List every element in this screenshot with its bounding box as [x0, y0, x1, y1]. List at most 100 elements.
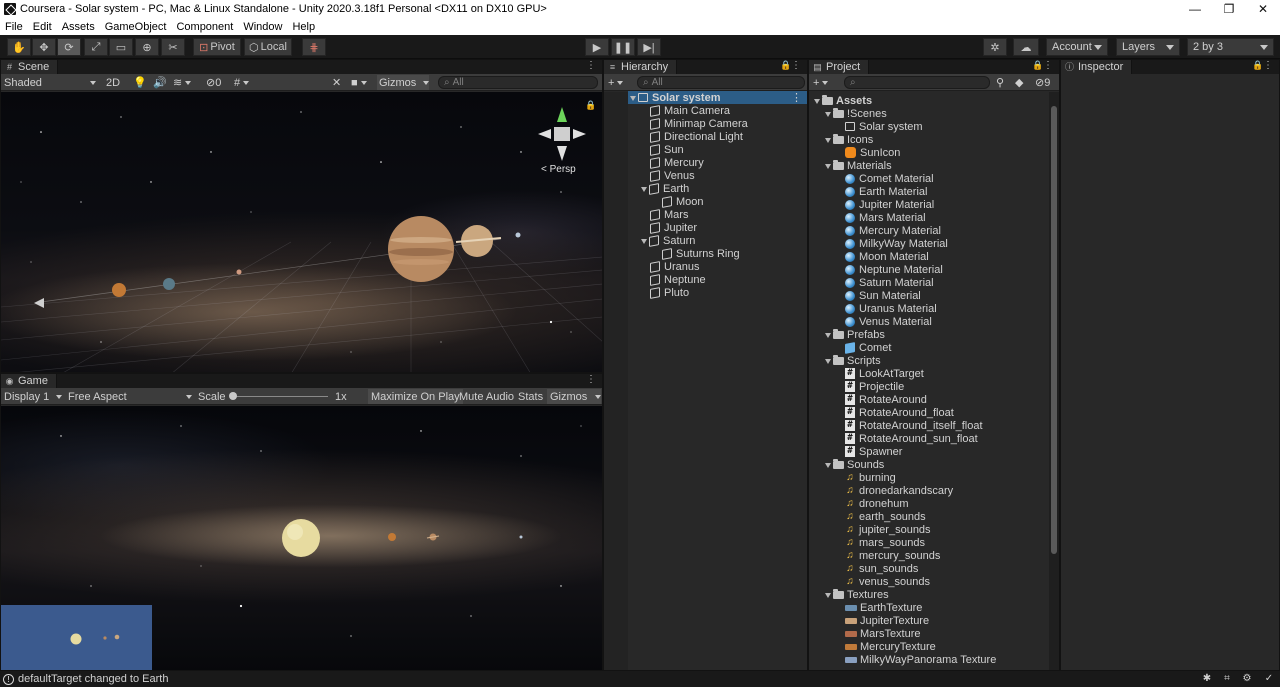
- lighting-icon[interactable]: 💡: [133, 75, 147, 90]
- projection-label[interactable]: < Persp: [541, 164, 576, 175]
- lock-icon[interactable]: 🔒: [1252, 60, 1263, 71]
- hierarchy-item-pluto[interactable]: Pluto: [650, 286, 689, 299]
- hierarchy-item-uranus[interactable]: Uranus: [650, 260, 699, 273]
- pivot-toggle[interactable]: ⊡ Pivot: [193, 38, 241, 56]
- hierarchy-item-jupiter[interactable]: Jupiter: [650, 221, 697, 234]
- project-search-input[interactable]: ⌕: [844, 76, 990, 89]
- project-row-material[interactable]: Earth Material: [845, 185, 927, 198]
- project-row-material[interactable]: Mars Material: [845, 211, 926, 224]
- cloud-icon[interactable]: ☁: [1013, 38, 1039, 56]
- status-message[interactable]: defaultTarget changed to Earth: [18, 673, 168, 685]
- minimize-button[interactable]: —: [1178, 2, 1212, 16]
- project-scrollbar[interactable]: [1049, 92, 1059, 670]
- hierarchy-item-venus[interactable]: Venus: [650, 169, 695, 182]
- aspect-dropdown[interactable]: Free Aspect: [68, 389, 192, 404]
- project-row-script[interactable]: # RotateAround_float: [845, 406, 954, 419]
- scene-search-input[interactable]: ⌕ All: [438, 76, 598, 89]
- project-row-material[interactable]: MilkyWay Material: [845, 237, 948, 250]
- scene-viewport[interactable]: < Persp 🔒: [1, 92, 602, 372]
- project-row-prefabs-folder[interactable]: Prefabs: [823, 328, 885, 341]
- gizmos-dropdown[interactable]: Gizmos: [377, 75, 429, 90]
- project-row-texture[interactable]: MilkyWayPanorama Texture: [845, 653, 996, 666]
- game-viewport[interactable]: [1, 406, 602, 670]
- step-button[interactable]: ▶|: [637, 38, 661, 56]
- camera-icon[interactable]: ■: [351, 75, 367, 90]
- project-row-script[interactable]: # Spawner: [845, 445, 902, 458]
- fold-arrow-icon[interactable]: [823, 590, 833, 600]
- local-toggle[interactable]: ⬡ Local: [244, 38, 292, 56]
- project-row-script[interactable]: # RotateAround_sun_float: [845, 432, 978, 445]
- project-row-textures-folder[interactable]: Textures: [823, 588, 889, 601]
- project-row-material[interactable]: Neptune Material: [845, 263, 943, 276]
- hierarchy-search-input[interactable]: ⌕ All: [637, 76, 805, 89]
- menu-gameobject[interactable]: GameObject: [100, 21, 172, 33]
- tab-inspector[interactable]: ⓘ Inspector: [1061, 60, 1133, 74]
- fold-arrow-icon[interactable]: [823, 161, 833, 171]
- project-row-material[interactable]: Mercury Material: [845, 224, 941, 237]
- menu-edit[interactable]: Edit: [28, 21, 57, 33]
- layout-dropdown[interactable]: 2 by 3: [1187, 38, 1274, 56]
- lock-icon[interactable]: 🔒: [780, 60, 791, 71]
- grid-toggle-icon[interactable]: #: [234, 75, 250, 90]
- fold-arrow-icon[interactable]: [823, 460, 833, 470]
- project-row-materials-folder[interactable]: Materials: [823, 159, 892, 172]
- project-row-scripts-folder[interactable]: Scripts: [823, 354, 881, 367]
- tab-game[interactable]: ◉ Game: [1, 374, 57, 388]
- kebab-menu-icon[interactable]: ⋮: [1043, 60, 1053, 71]
- gizmo-lock-icon[interactable]: 🔒: [585, 100, 596, 111]
- project-row-script[interactable]: # RotateAround: [845, 393, 927, 406]
- audio-icon[interactable]: 🔊: [153, 75, 167, 90]
- hierarchy-item-suturns-ring[interactable]: Suturns Ring: [662, 247, 740, 260]
- check-icon[interactable]: ✓: [1262, 673, 1276, 685]
- fold-arrow-icon[interactable]: [639, 184, 649, 194]
- project-row-audio[interactable]: ♫ mars_sounds: [845, 536, 925, 549]
- hierarchy-item-mercury[interactable]: Mercury: [650, 156, 704, 169]
- maximize-button[interactable]: ❐: [1212, 2, 1246, 16]
- kebab-menu-icon[interactable]: ⋮: [791, 60, 801, 71]
- hierarchy-item-neptune[interactable]: Neptune: [650, 273, 706, 286]
- kebab-menu-icon[interactable]: ⋮: [586, 374, 596, 385]
- fold-arrow-icon[interactable]: [823, 135, 833, 145]
- menu-component[interactable]: Component: [171, 21, 238, 33]
- project-row-sounds-folder[interactable]: Sounds: [823, 458, 884, 471]
- shading-mode-dropdown[interactable]: Shaded: [4, 75, 96, 90]
- filter-by-type-icon[interactable]: ⚲: [996, 75, 1004, 90]
- kebab-menu-icon[interactable]: ⋮: [586, 60, 596, 71]
- play-button[interactable]: ▶: [585, 38, 609, 56]
- project-row-audio[interactable]: ♫ sun_sounds: [845, 562, 918, 575]
- fold-arrow-icon[interactable]: [812, 96, 822, 106]
- project-row-audio[interactable]: ♫ jupiter_sounds: [845, 523, 930, 536]
- mute-audio-toggle[interactable]: Mute Audio: [459, 389, 514, 404]
- fold-arrow-icon[interactable]: [823, 109, 833, 119]
- hidden-packages-icon[interactable]: ⊘ 9: [1035, 75, 1050, 90]
- kebab-menu-icon[interactable]: ⋮: [791, 91, 802, 104]
- tab-scene[interactable]: # Scene: [1, 60, 59, 74]
- stats-toggle[interactable]: Stats: [518, 389, 543, 404]
- hierarchy-item-minimap-camera[interactable]: Minimap Camera: [650, 117, 748, 130]
- project-row-texture[interactable]: MercuryTexture: [845, 640, 936, 653]
- tools-icon[interactable]: ✕: [332, 75, 341, 90]
- hierarchy-item-main-camera[interactable]: Main Camera: [650, 104, 730, 117]
- rect-tool-icon[interactable]: ▭: [109, 38, 133, 56]
- project-row-audio[interactable]: ♫ dronedarkandscary: [845, 484, 953, 497]
- project-row-script[interactable]: # RotateAround_itself_float: [845, 419, 983, 432]
- transform-tool-icon[interactable]: ⊕: [135, 38, 159, 56]
- project-row-scenes-folder[interactable]: !Scenes: [823, 107, 887, 120]
- fold-arrow-icon[interactable]: [823, 356, 833, 366]
- project-row-solar-system-scene[interactable]: Solar system: [845, 120, 923, 133]
- project-row-material[interactable]: Sun Material: [845, 289, 921, 302]
- grid-snap-icon[interactable]: ⋕: [302, 38, 326, 56]
- game-gizmos-dropdown[interactable]: Gizmos: [547, 389, 601, 404]
- project-row-audio[interactable]: ♫ dronehum: [845, 497, 908, 510]
- project-row-script[interactable]: # Projectile: [845, 380, 904, 393]
- hierarchy-item-mars[interactable]: Mars: [650, 208, 688, 221]
- layers-dropdown[interactable]: Layers: [1116, 38, 1180, 56]
- hierarchy-item-directional-light[interactable]: Directional Light: [650, 130, 743, 143]
- tab-project[interactable]: ▤ Project: [809, 60, 870, 74]
- collab-icon[interactable]: ✲: [983, 38, 1007, 56]
- debug-icon[interactable]: ⚙: [1240, 673, 1254, 685]
- project-row-sunicon[interactable]: SunIcon: [845, 146, 900, 159]
- tab-hierarchy[interactable]: ≡ Hierarchy: [604, 60, 678, 74]
- project-row-audio[interactable]: ♫ mercury_sounds: [845, 549, 940, 562]
- project-row-icons-folder[interactable]: Icons: [823, 133, 873, 146]
